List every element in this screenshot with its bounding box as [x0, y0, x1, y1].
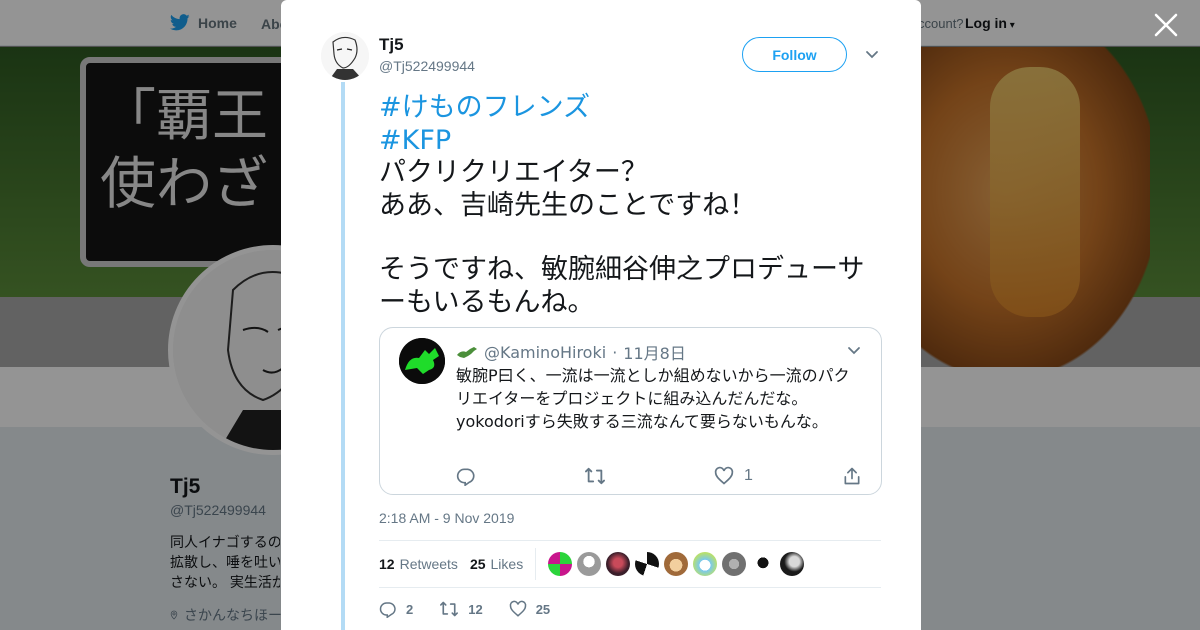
retweet-button[interactable]: 12 — [439, 600, 483, 618]
green-creature-avatar-icon — [399, 338, 445, 384]
tweet-author-name[interactable]: Tj5 — [379, 35, 404, 55]
likes-stat[interactable]: 25 Likes — [470, 556, 523, 572]
tweet-timestamp[interactable]: 2:18 AM - 9 Nov 2019 — [379, 510, 514, 526]
like-button[interactable]: 25 — [509, 600, 550, 618]
tweet-stats: 12 Retweets 25 Likes — [379, 548, 805, 580]
tweet-text-line: ああ、吉崎先生のことですね！ — [379, 189, 757, 221]
quoted-header: @KaminoHiroki · 11月8日 — [456, 340, 686, 364]
hashtag-link[interactable]: #けものフレンズ — [379, 92, 889, 125]
reply-icon — [379, 602, 396, 618]
retweet-icon — [440, 601, 459, 617]
tweet-text: #けものフレンズ #KFP パクリクリエイター？ ああ、吉崎先生のことですね！ … — [379, 92, 889, 319]
quoted-retweet-button[interactable] — [584, 466, 606, 486]
quoted-actions: 1 — [456, 466, 866, 490]
share-icon — [844, 467, 860, 485]
quoted-author-avatar[interactable] — [399, 338, 445, 384]
tweet-author-avatar[interactable] — [321, 32, 369, 80]
liker-avatar[interactable] — [548, 552, 573, 576]
tweet-text-line: そうですね、敏腕細谷伸之プロデューサ — [379, 254, 865, 285]
liker-avatar[interactable] — [751, 552, 776, 576]
liker-avatar[interactable] — [577, 552, 602, 576]
dinosaur-emoji-icon — [457, 347, 477, 358]
quoted-separator: · — [612, 342, 618, 362]
quoted-share-button[interactable] — [842, 466, 862, 486]
stats-separator — [535, 548, 537, 580]
heart-icon — [714, 466, 734, 485]
retweets-stat[interactable]: 12 Retweets — [379, 556, 458, 572]
likes-label: Likes — [490, 556, 524, 572]
quoted-like-button[interactable]: 1 — [714, 466, 753, 486]
tweet-modal: Tj5 @Tj522499944 Follow #けものフレンズ #KFP パク… — [281, 0, 921, 630]
thread-line — [341, 82, 345, 630]
retweets-label: Retweets — [399, 556, 458, 572]
quoted-tweet[interactable]: @KaminoHiroki · 11月8日 敏腕P曰く、一流は一流としか組めない… — [379, 327, 882, 495]
likes-count: 25 — [469, 556, 486, 572]
divider — [379, 540, 881, 541]
liker-avatar[interactable] — [664, 552, 689, 576]
author-avatar-sketch-icon — [321, 32, 369, 80]
quoted-like-count: 1 — [744, 467, 753, 484]
liker-avatar[interactable] — [693, 552, 718, 576]
chevron-down-icon[interactable] — [864, 46, 880, 62]
hashtag-link[interactable]: #KFP — [379, 125, 889, 158]
tweet-text-gap — [379, 222, 889, 254]
liker-avatar[interactable] — [722, 552, 747, 576]
liker-avatar[interactable] — [635, 552, 660, 576]
close-icon[interactable] — [1153, 12, 1179, 38]
reply-count: 2 — [406, 601, 414, 617]
retweet-count: 12 — [468, 601, 483, 617]
reply-icon — [456, 468, 475, 486]
liker-avatar[interactable] — [780, 552, 805, 576]
tweet-actions: 2 12 25 — [379, 598, 576, 620]
tweet-author-handle[interactable]: @Tj522499944 — [379, 58, 475, 74]
quoted-reply-button[interactable] — [456, 466, 476, 486]
like-count: 25 — [535, 601, 551, 617]
retweet-icon — [585, 467, 605, 485]
reply-button[interactable]: 2 — [379, 600, 413, 618]
quoted-date[interactable]: 11月8日 — [623, 340, 686, 364]
quoted-text: 敏腕P曰く、一流は一流としか組めないから一流のパクリエイターをプロジェクトに組み… — [456, 366, 850, 431]
divider — [379, 587, 881, 588]
tweet-text-line: ーもいるもんね。 — [379, 286, 595, 318]
chevron-down-icon[interactable] — [846, 342, 862, 358]
tweet-text-line: パクリクリエイター？ — [379, 157, 648, 188]
heart-icon — [509, 600, 526, 617]
liker-avatar[interactable] — [606, 552, 631, 576]
liker-avatars — [548, 552, 805, 576]
quoted-author-handle[interactable]: @KaminoHiroki — [484, 343, 606, 362]
follow-button[interactable]: Follow — [742, 37, 847, 72]
retweets-count: 12 — [379, 556, 395, 572]
